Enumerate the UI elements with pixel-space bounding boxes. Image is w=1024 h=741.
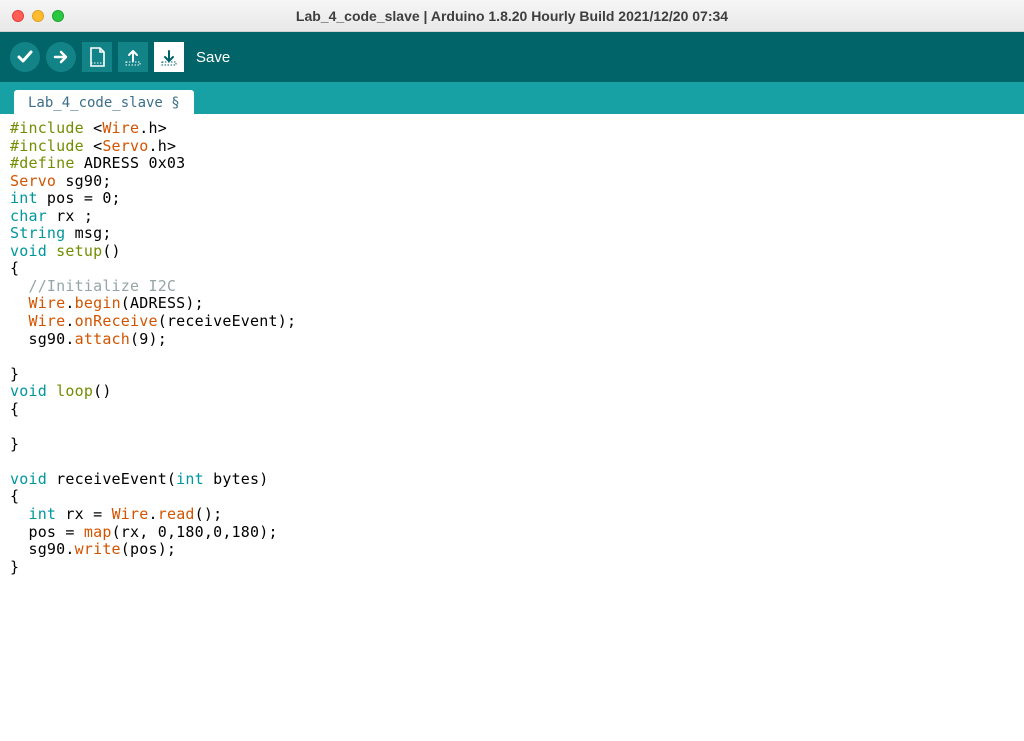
code-line: #include <Wire.h> <box>10 120 1014 138</box>
code-line: void receiveEvent(int bytes) <box>10 471 1014 489</box>
code-line: //Initialize I2C <box>10 278 1014 296</box>
code-line: { <box>10 488 1014 506</box>
tabbar: Lab_4_code_slave § <box>0 82 1024 114</box>
titlebar: Lab_4_code_slave | Arduino 1.8.20 Hourly… <box>0 0 1024 32</box>
code-line: { <box>10 260 1014 278</box>
code-line: char rx ; <box>10 208 1014 226</box>
code-line <box>10 418 1014 436</box>
code-line: #define ADRESS 0x03 <box>10 155 1014 173</box>
code-line: int pos = 0; <box>10 190 1014 208</box>
code-line: void setup() <box>10 243 1014 261</box>
window-controls <box>12 10 64 22</box>
maximize-icon[interactable] <box>52 10 64 22</box>
code-line: } <box>10 436 1014 454</box>
verify-button[interactable] <box>10 42 40 72</box>
code-line: void loop() <box>10 383 1014 401</box>
code-line: Servo sg90; <box>10 173 1014 191</box>
save-label: Save <box>196 49 230 66</box>
code-line: } <box>10 366 1014 384</box>
code-line: sg90.attach(9); <box>10 331 1014 349</box>
code-line: #include <Servo.h> <box>10 138 1014 156</box>
code-line: { <box>10 401 1014 419</box>
save-button[interactable] <box>154 42 184 72</box>
code-line: String msg; <box>10 225 1014 243</box>
open-button[interactable] <box>118 42 148 72</box>
code-line: Wire.begin(ADRESS); <box>10 295 1014 313</box>
new-button[interactable] <box>82 42 112 72</box>
code-line <box>10 348 1014 366</box>
minimize-icon[interactable] <box>32 10 44 22</box>
code-line: } <box>10 559 1014 577</box>
upload-button[interactable] <box>46 42 76 72</box>
code-line: pos = map(rx, 0,180,0,180); <box>10 524 1014 542</box>
code-line <box>10 453 1014 471</box>
tab-label: Lab_4_code_slave § <box>28 95 180 111</box>
code-line: int rx = Wire.read(); <box>10 506 1014 524</box>
code-editor[interactable]: #include <Wire.h>#include <Servo.h>#defi… <box>0 114 1024 582</box>
code-line: sg90.write(pos); <box>10 541 1014 559</box>
window-title: Lab_4_code_slave | Arduino 1.8.20 Hourly… <box>296 8 728 24</box>
toolbar: Save <box>0 32 1024 82</box>
close-icon[interactable] <box>12 10 24 22</box>
code-line: Wire.onReceive(receiveEvent); <box>10 313 1014 331</box>
tab-sketch[interactable]: Lab_4_code_slave § <box>14 90 194 114</box>
